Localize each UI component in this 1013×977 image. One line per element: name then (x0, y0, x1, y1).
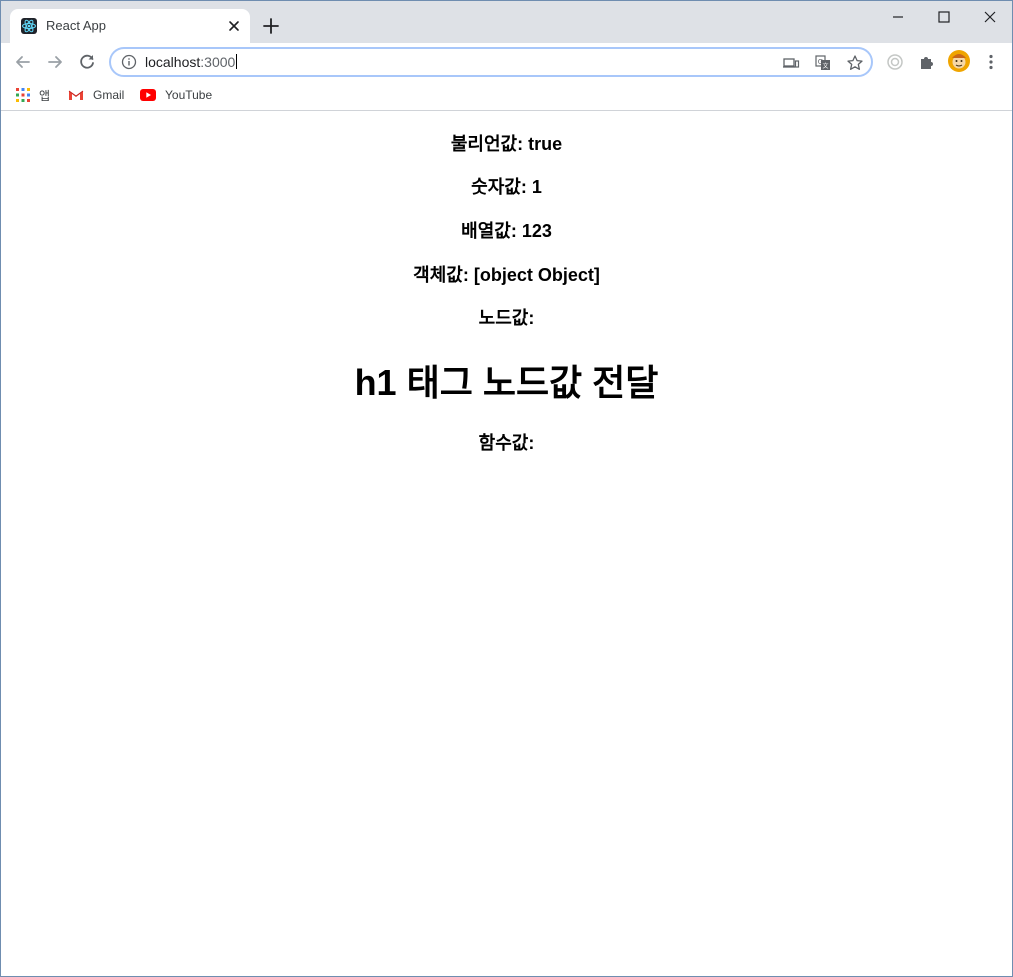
url-host: localhost (145, 54, 201, 70)
tab-title: React App (46, 18, 106, 33)
svg-text:文: 文 (822, 62, 828, 70)
window-close-icon[interactable] (980, 7, 1000, 27)
h1-node-heading: h1 태그 노드값 전달 (354, 362, 659, 403)
minimize-icon[interactable] (888, 7, 908, 27)
profile-avatar-icon[interactable] (948, 50, 970, 72)
browser-window: React App localhost:3000 G 文 앱 Gmail You… (0, 0, 1013, 977)
node-value-label: 노드값: (478, 308, 535, 328)
more-menu-icon[interactable] (981, 52, 1001, 72)
new-tab-plus-icon[interactable] (262, 17, 280, 35)
star-bookmark-icon[interactable] (846, 54, 864, 72)
bookmark-apps[interactable]: 앱 (16, 86, 50, 104)
boolean-value-text: 불리언값: true (450, 134, 563, 154)
react-logo-icon (21, 18, 37, 34)
function-value-label: 함수값: (478, 433, 535, 453)
gmail-icon (68, 90, 84, 100)
tab-react-app[interactable]: React App (10, 9, 250, 43)
forward-arrow-icon[interactable] (45, 52, 65, 72)
address-bar[interactable]: localhost:3000 G 文 (109, 47, 873, 77)
url-text[interactable]: localhost:3000 (145, 54, 238, 70)
back-arrow-icon[interactable] (13, 52, 33, 72)
number-value-text: 숫자값: 1 (471, 177, 542, 197)
extension-circle-icon[interactable] (885, 52, 905, 72)
cast-devices-icon[interactable] (782, 54, 800, 72)
youtube-icon (140, 89, 156, 101)
close-icon[interactable] (226, 18, 242, 34)
bookmark-label: YouTube (165, 88, 213, 102)
bookmark-gmail[interactable]: Gmail (68, 86, 124, 104)
apps-grid-icon (16, 88, 30, 102)
extensions-puzzle-icon[interactable] (917, 52, 937, 72)
translate-icon[interactable]: G 文 (814, 54, 832, 72)
array-value-text: 배열값: 123 (461, 221, 552, 241)
object-value-text: 객체값: [object Object] (413, 265, 600, 285)
reload-icon[interactable] (77, 52, 97, 72)
maximize-icon[interactable] (934, 7, 954, 27)
info-icon[interactable] (121, 54, 137, 70)
bookmark-youtube[interactable]: YouTube (140, 86, 212, 104)
url-port: :3000 (200, 54, 236, 70)
bookmark-label: Gmail (93, 88, 125, 102)
tab-strip: React App (1, 1, 1012, 43)
text-caret (236, 54, 238, 69)
bookmark-label: 앱 (39, 88, 51, 103)
bookmarks-bar: 앱 Gmail YouTube (1, 81, 1012, 111)
toolbar: localhost:3000 G 文 (1, 43, 1012, 81)
